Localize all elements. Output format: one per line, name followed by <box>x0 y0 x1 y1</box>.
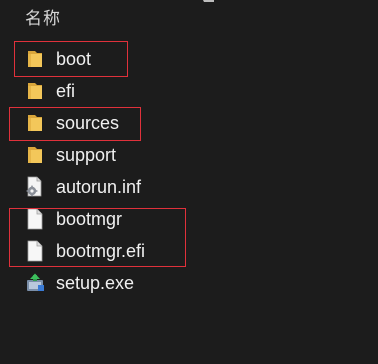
settings-file-icon <box>24 176 46 198</box>
folder-icon <box>24 144 46 166</box>
file-name: bootmgr <box>56 208 123 229</box>
file-name: support <box>56 144 117 165</box>
name-column-header[interactable]: 名称 <box>25 4 61 29</box>
setup-app-icon <box>24 272 46 294</box>
file-name: bootmgr.efi <box>56 240 146 261</box>
folder-icon <box>24 80 46 102</box>
file-row-efi[interactable]: efi <box>24 76 274 106</box>
file-name: boot <box>56 48 92 69</box>
file-icon <box>24 240 46 262</box>
file-row-sources[interactable]: sources <box>24 108 274 138</box>
file-row-boot[interactable]: boot <box>24 44 274 74</box>
file-row-bootmgr-efi[interactable]: bootmgr.efi <box>24 236 274 266</box>
file-row-autorun-inf[interactable]: autorun.inf <box>24 172 274 202</box>
file-name: setup.exe <box>56 272 135 293</box>
file-row-support[interactable]: support <box>24 140 274 170</box>
file-name: efi <box>56 80 76 101</box>
file-icon <box>24 208 46 230</box>
top-edge-mark <box>203 0 214 2</box>
file-name: sources <box>56 112 120 133</box>
folder-icon <box>24 112 46 134</box>
folder-icon <box>24 48 46 70</box>
file-row-setup-exe[interactable]: setup.exe <box>24 268 274 298</box>
file-row-bootmgr[interactable]: bootmgr <box>24 204 274 234</box>
file-name: autorun.inf <box>56 176 142 197</box>
